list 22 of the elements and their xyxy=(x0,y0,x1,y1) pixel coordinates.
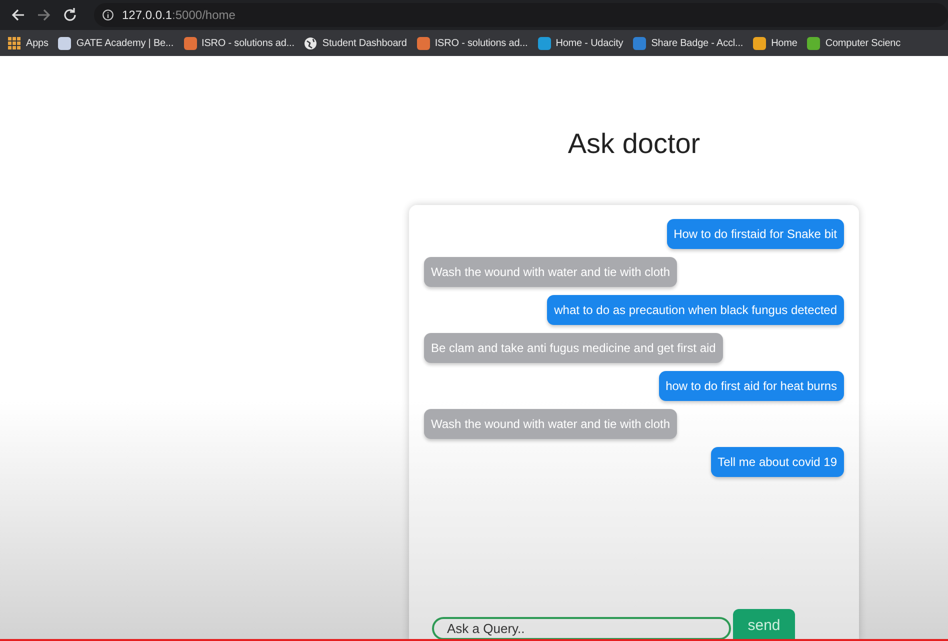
forward-icon[interactable] xyxy=(36,7,52,23)
bookmark-link[interactable]: GATE Academy | Be... xyxy=(76,38,174,48)
user-message: How to do firstaid for Snake bit xyxy=(666,219,844,249)
bot-message: Wash the wound with water and tie with cloth xyxy=(424,409,678,439)
bookmark-link[interactable]: Share Badge - Accl... xyxy=(651,38,744,48)
bot-message: Wash the wound with water and tie with cloth xyxy=(424,257,678,287)
bookmark-link[interactable]: ISRO - solutions ad... xyxy=(434,38,528,48)
address-bar[interactable]: 127.0.0.1:5000/home xyxy=(122,8,236,22)
bookmark-link[interactable]: Home - Udacity xyxy=(556,38,624,48)
bookmark-link[interactable]: Computer Scienc xyxy=(825,38,901,48)
bookmark-link[interactable]: Student Dashboard xyxy=(322,38,407,48)
info-icon[interactable] xyxy=(102,9,114,21)
page-title: Ask doctor xyxy=(568,128,700,160)
bookmark-link[interactable]: Home xyxy=(771,38,798,48)
bookmark-link[interactable]: Apps xyxy=(26,38,48,48)
bot-message: Be clam and take anti fugus medicine and get first aid xyxy=(424,333,723,363)
reload-icon[interactable] xyxy=(62,7,78,23)
back-icon[interactable] xyxy=(10,7,26,23)
bookmark-link[interactable]: ISRO - solutions ad... xyxy=(202,38,294,48)
user-message: what to do as precaution when black fungus detected xyxy=(547,295,844,325)
user-message: how to do first aid for heat burns xyxy=(658,371,844,401)
user-message: Tell me about covid 19 xyxy=(710,447,844,477)
